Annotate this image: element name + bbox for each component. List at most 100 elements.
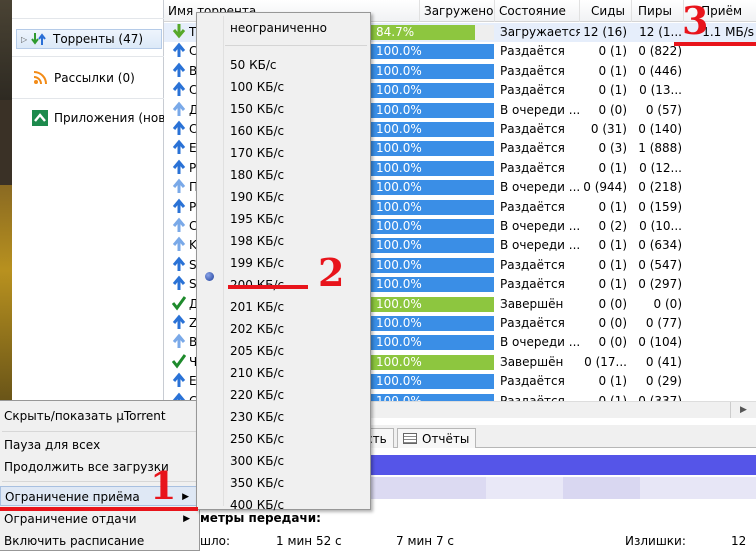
speed-option[interactable]: 201 КБ/с (230, 296, 284, 318)
torrent-peers: 0 (41) (645, 354, 682, 369)
desktop-edge (0, 0, 12, 400)
upload-arrow-icon (172, 159, 188, 178)
progress-bar: 100.0% (370, 316, 494, 331)
download-limit-submenu: неограниченно 50 КБ/с 100 КБ/с 150 КБ/с 160… (196, 12, 371, 512)
torrent-state: В очереди ... (500, 219, 580, 233)
queued-upload-icon (172, 236, 188, 255)
annotation-number-2: 2 (318, 250, 345, 295)
torrent-state: Завершён (500, 296, 564, 311)
transfer-value: 1 мин 52 с (276, 534, 342, 548)
queued-upload-icon (172, 178, 188, 197)
speed-option[interactable]: 190 КБ/с (230, 186, 284, 208)
speed-option[interactable]: 202 КБ/с (230, 318, 284, 340)
scroll-right-icon[interactable]: ▶ (730, 402, 756, 418)
expand-triangle-icon[interactable]: ▷ (21, 35, 31, 44)
sidebar-item-rss[interactable]: Рассылки (0) (32, 68, 135, 88)
progress-bar: 100.0% (370, 354, 494, 370)
progress-text: 100.0% (376, 219, 422, 233)
progress-text: 100.0% (376, 160, 422, 175)
column-seeds[interactable]: Сиды (580, 0, 632, 22)
progress-bar: 84.7% (370, 25, 494, 40)
transfer-label: Излишки: (625, 534, 686, 548)
speed-option[interactable]: 220 КБ/с (230, 384, 284, 406)
speed-option[interactable]: 300 КБ/с (230, 450, 284, 472)
speed-option[interactable]: 400 КБ/с (230, 494, 284, 516)
upload-arrow-icon (172, 139, 188, 158)
checkmark-icon (172, 353, 188, 372)
torrent-received (684, 256, 754, 275)
torrent-state: Загружается (500, 25, 580, 39)
menu-item-scheduler[interactable]: Включить расписание (0, 531, 198, 551)
torrent-peers: 0 (77) (645, 316, 682, 330)
torrent-peers: 0 (29) (645, 374, 682, 389)
progress-text: 100.0% (376, 63, 422, 78)
torrent-received (684, 139, 754, 158)
speed-option[interactable]: 350 КБ/с (230, 472, 284, 494)
menu-item-pause-all[interactable]: Пауза для всех (0, 435, 198, 455)
speed-option[interactable]: 205 КБ/с (230, 340, 284, 362)
upload-arrow-icon (172, 256, 188, 275)
torrent-seeds: 0 (1) (598, 199, 627, 214)
progress-bar: 100.0% (370, 180, 494, 196)
upload-arrow-icon (172, 372, 188, 391)
torrent-seeds: 0 (0) (598, 296, 627, 311)
torrent-received (684, 217, 754, 236)
torrent-state: Раздаётся (500, 83, 565, 98)
speed-option[interactable]: 195 КБ/с (230, 208, 284, 230)
torrent-seeds: 0 (1) (598, 63, 627, 78)
progress-bar: 100.0% (370, 83, 494, 99)
speed-option[interactable]: 230 КБ/с (230, 406, 284, 428)
column-state[interactable]: Состояние (495, 0, 580, 22)
annotation-underline-2 (228, 285, 308, 289)
pieces-bar (370, 455, 756, 475)
progress-bar: 100.0% (370, 296, 494, 312)
torrent-peers: 0 (13... (639, 83, 682, 98)
speed-option[interactable]: 170 КБ/с (230, 142, 284, 164)
torrent-state: Раздаётся (500, 44, 565, 59)
sidebar-item-torrents[interactable]: ▷ Торренты (47) (16, 29, 162, 49)
speed-option[interactable]: 198 КБ/с (230, 230, 284, 252)
torrent-received (684, 333, 754, 352)
menu-item-toggle-window[interactable]: Скрыть/показать µTorrent (0, 406, 198, 426)
torrent-received (684, 198, 754, 217)
progress-bar: 100.0% (370, 160, 494, 176)
speed-option[interactable]: 180 КБ/с (230, 164, 284, 186)
speed-option[interactable]: 100 КБ/с (230, 76, 284, 98)
queued-upload-icon (172, 101, 188, 120)
speed-option[interactable]: 199 КБ/с (230, 252, 284, 274)
torrent-state: Раздаётся (500, 141, 565, 156)
torrent-peers: 0 (104) (638, 335, 682, 350)
progress-text: 100.0% (376, 199, 422, 214)
torrent-peers: 0 (218) (638, 180, 682, 195)
menu-item-upload-limit[interactable]: Ограничение отдачи ▶ (0, 509, 198, 529)
progress-bar: 100.0% (370, 102, 494, 118)
speed-option-unlimited[interactable]: неограниченно (230, 17, 327, 39)
progress-text: 100.0% (376, 238, 422, 253)
column-peers[interactable]: Пиры (632, 0, 684, 22)
speed-option[interactable]: 160 КБ/с (230, 120, 284, 142)
progress-text: 100.0% (376, 277, 422, 292)
tab-log[interactable]: Отчёты (397, 428, 477, 448)
speed-option[interactable]: 150 КБ/с (230, 98, 284, 120)
menu-item-label: Ограничение отдачи (4, 512, 137, 526)
progress-text: 100.0% (376, 102, 422, 117)
torrent-seeds: 0 (0) (598, 316, 627, 330)
speed-option[interactable]: 210 КБ/с (230, 362, 284, 384)
torrent-state: Раздаётся (500, 122, 565, 136)
torrent-received (684, 353, 754, 372)
transfer-value: 7 мин 7 с (396, 534, 455, 548)
torrent-received (684, 159, 754, 178)
torrent-peers: 0 (57) (645, 102, 682, 117)
speed-option[interactable]: 250 КБ/с (230, 428, 284, 450)
progress-bar: 100.0% (370, 277, 494, 293)
column-downloaded[interactable]: Загружено (420, 0, 495, 22)
progress-bar: 100.0% (370, 219, 494, 234)
progress-bar: 100.0% (370, 257, 494, 273)
speed-option[interactable]: 50 КБ/с (230, 54, 276, 76)
upload-arrow-icon (172, 314, 188, 333)
transfer-value: 12 (731, 534, 747, 548)
sidebar: ▷ Торренты (47) Рассылки (0) Приложения … (12, 0, 187, 400)
progress-text: 100.0% (376, 83, 422, 98)
torrent-seeds: 0 (1) (598, 374, 627, 389)
menu-item-label: Скрыть/показать µTorrent (4, 409, 166, 423)
